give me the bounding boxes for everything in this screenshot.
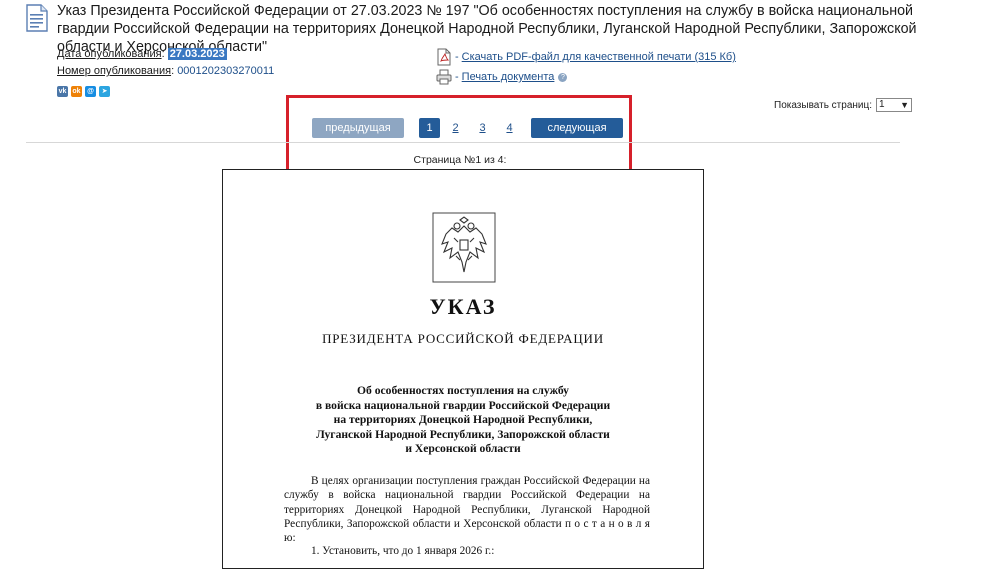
help-icon[interactable]: ?	[558, 72, 568, 82]
subject-line: в войска национальной гвардии Российской…	[315, 398, 611, 412]
decree-subheading: ПРЕЗИДЕНТА РОССИЙСКОЙ ФЕДЕРАЦИИ	[322, 331, 604, 346]
publication-number-label[interactable]: Номер опубликования	[57, 65, 171, 77]
pdf-download-link[interactable]: Скачать PDF-файл для качественной печати…	[462, 51, 736, 63]
subject-line: на территориях Донецкой Народной Республ…	[333, 413, 593, 426]
publication-date-value: 27.03.2023	[167, 48, 227, 60]
print-document-link[interactable]: Печать документа	[462, 71, 555, 83]
decree-heading: УКАЗ	[429, 294, 497, 319]
publication-meta: Дата опубликования: 27.03.2023 Номер опу…	[57, 48, 275, 77]
decree-item-1: 1. Установить, что до 1 января 2026 г.:	[311, 545, 495, 557]
document-page: УКАЗ ПРЕЗИДЕНТА РОССИЙСКОЙ ФЕДЕРАЦИИ Об …	[222, 169, 704, 569]
pdf-download-row: - Скачать PDF-файл для качественной печа…	[436, 47, 736, 67]
pages-per-view: Показывать страниц: 1 ▼	[774, 98, 912, 112]
social-share-bar: vk ok @ ➤	[57, 86, 110, 97]
pages-per-view-select[interactable]: 1 ▼	[876, 98, 912, 112]
pagination: предыдущая 1 2 3 4 следующая	[312, 118, 623, 138]
page-2-link[interactable]: 2	[442, 122, 469, 134]
chevron-down-icon: ▼	[900, 100, 909, 110]
document-links: - Скачать PDF-файл для качественной печа…	[436, 47, 736, 87]
pages-per-view-value: 1	[879, 99, 885, 110]
coat-of-arms-icon	[432, 212, 496, 283]
telegram-icon[interactable]: ➤	[99, 86, 110, 97]
printer-icon	[436, 69, 452, 85]
page-1-button[interactable]: 1	[419, 118, 440, 138]
page-3-link[interactable]: 3	[469, 122, 496, 134]
decree-preamble: В целях организации поступления граждан …	[284, 475, 650, 545]
decree-body: В целях организации поступления граждан …	[284, 474, 650, 545]
subject-line: и Херсонской области	[405, 442, 521, 455]
page-status: Страница №1 из 4:	[413, 154, 507, 166]
subject-line: Об особенностях поступления на службу	[357, 384, 569, 397]
print-row: - Печать документа ?	[436, 67, 736, 87]
divider	[26, 142, 900, 143]
print-dash: -	[455, 71, 459, 83]
page-4-link[interactable]: 4	[496, 122, 523, 134]
publication-date-label[interactable]: Дата опубликования	[57, 48, 162, 60]
document-icon	[26, 4, 48, 32]
vk-icon[interactable]: vk	[57, 86, 68, 97]
pdf-icon	[437, 48, 451, 66]
pages-per-view-label: Показывать страниц:	[774, 99, 872, 111]
subject-line: Луганской Народной Республики, Запорожск…	[316, 427, 610, 441]
publication-number-value: 0001202303270011	[177, 65, 275, 77]
mailru-icon[interactable]: @	[85, 86, 96, 97]
pdf-dash: -	[455, 51, 459, 63]
prev-page-button[interactable]: предыдущая	[312, 118, 404, 138]
odnoklassniki-icon[interactable]: ok	[71, 86, 82, 97]
next-page-button[interactable]: следующая	[531, 118, 623, 138]
decree-subject: Об особенностях поступления на службу в …	[223, 384, 703, 457]
